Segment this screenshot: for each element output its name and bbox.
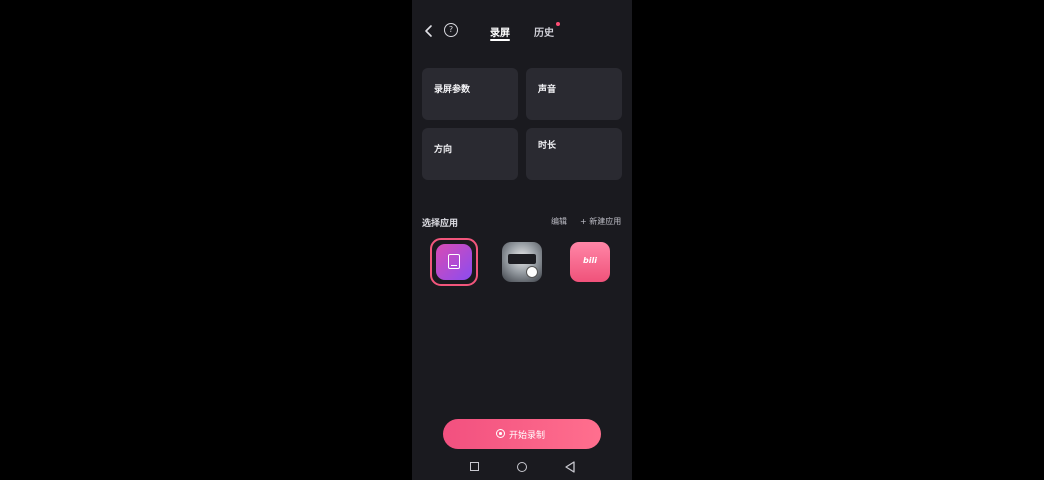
help-icon[interactable]: ? <box>444 23 458 37</box>
app-item-bilibili[interactable]: bili <box>560 240 620 300</box>
sound-card[interactable]: 声音 <box>526 68 622 120</box>
start-record-button[interactable]: 开始录制 <box>443 419 601 449</box>
tablet-glyph <box>448 254 460 269</box>
system-nav-bar <box>412 456 632 480</box>
record-params-card[interactable]: 录屏参数 <box>422 68 518 120</box>
card-title: 声音 <box>538 85 557 95</box>
card-title: 录屏参数 <box>434 85 471 95</box>
back-arrow-icon[interactable] <box>422 23 436 39</box>
app-item-screen[interactable] <box>424 238 484 300</box>
bilibili-icon: bili <box>570 242 610 282</box>
screen-record-icon <box>436 244 472 280</box>
game-icon-banner <box>508 254 536 264</box>
recents-icon[interactable] <box>470 462 479 471</box>
active-tab-indicator <box>490 39 510 41</box>
direction-card[interactable]: 方向 <box>422 128 518 180</box>
app-item-game[interactable] <box>492 240 552 300</box>
bilibili-logo: bili <box>583 256 597 265</box>
edit-button[interactable]: 编辑 <box>551 216 567 227</box>
card-title: 时长 <box>538 141 557 151</box>
record-icon <box>496 429 505 438</box>
system-back-icon[interactable] <box>564 461 576 473</box>
apps-section-title: 选择应用 <box>422 219 459 229</box>
start-record-label: 开始录制 <box>509 431 546 441</box>
game-icon <box>502 242 542 282</box>
tab-history-label: 历史 <box>534 28 554 39</box>
home-icon[interactable] <box>517 462 527 472</box>
status-bar <box>412 0 632 16</box>
phone-screen: ? 录屏 历史 录屏参数 声音 方向 时长 选择应用 编辑 + 新建应用 bil… <box>412 0 632 480</box>
tab-record[interactable]: 录屏 <box>490 24 510 41</box>
game-icon-ball <box>526 266 538 278</box>
header: ? 录屏 历史 <box>412 18 632 44</box>
add-app-button[interactable]: + 新建应用 <box>580 216 621 227</box>
card-title: 方向 <box>434 145 453 155</box>
tab-history[interactable]: 历史 <box>534 22 560 39</box>
notification-dot <box>556 22 560 26</box>
tab-record-label: 录屏 <box>490 28 510 39</box>
duration-card[interactable]: 时长 <box>526 128 622 180</box>
